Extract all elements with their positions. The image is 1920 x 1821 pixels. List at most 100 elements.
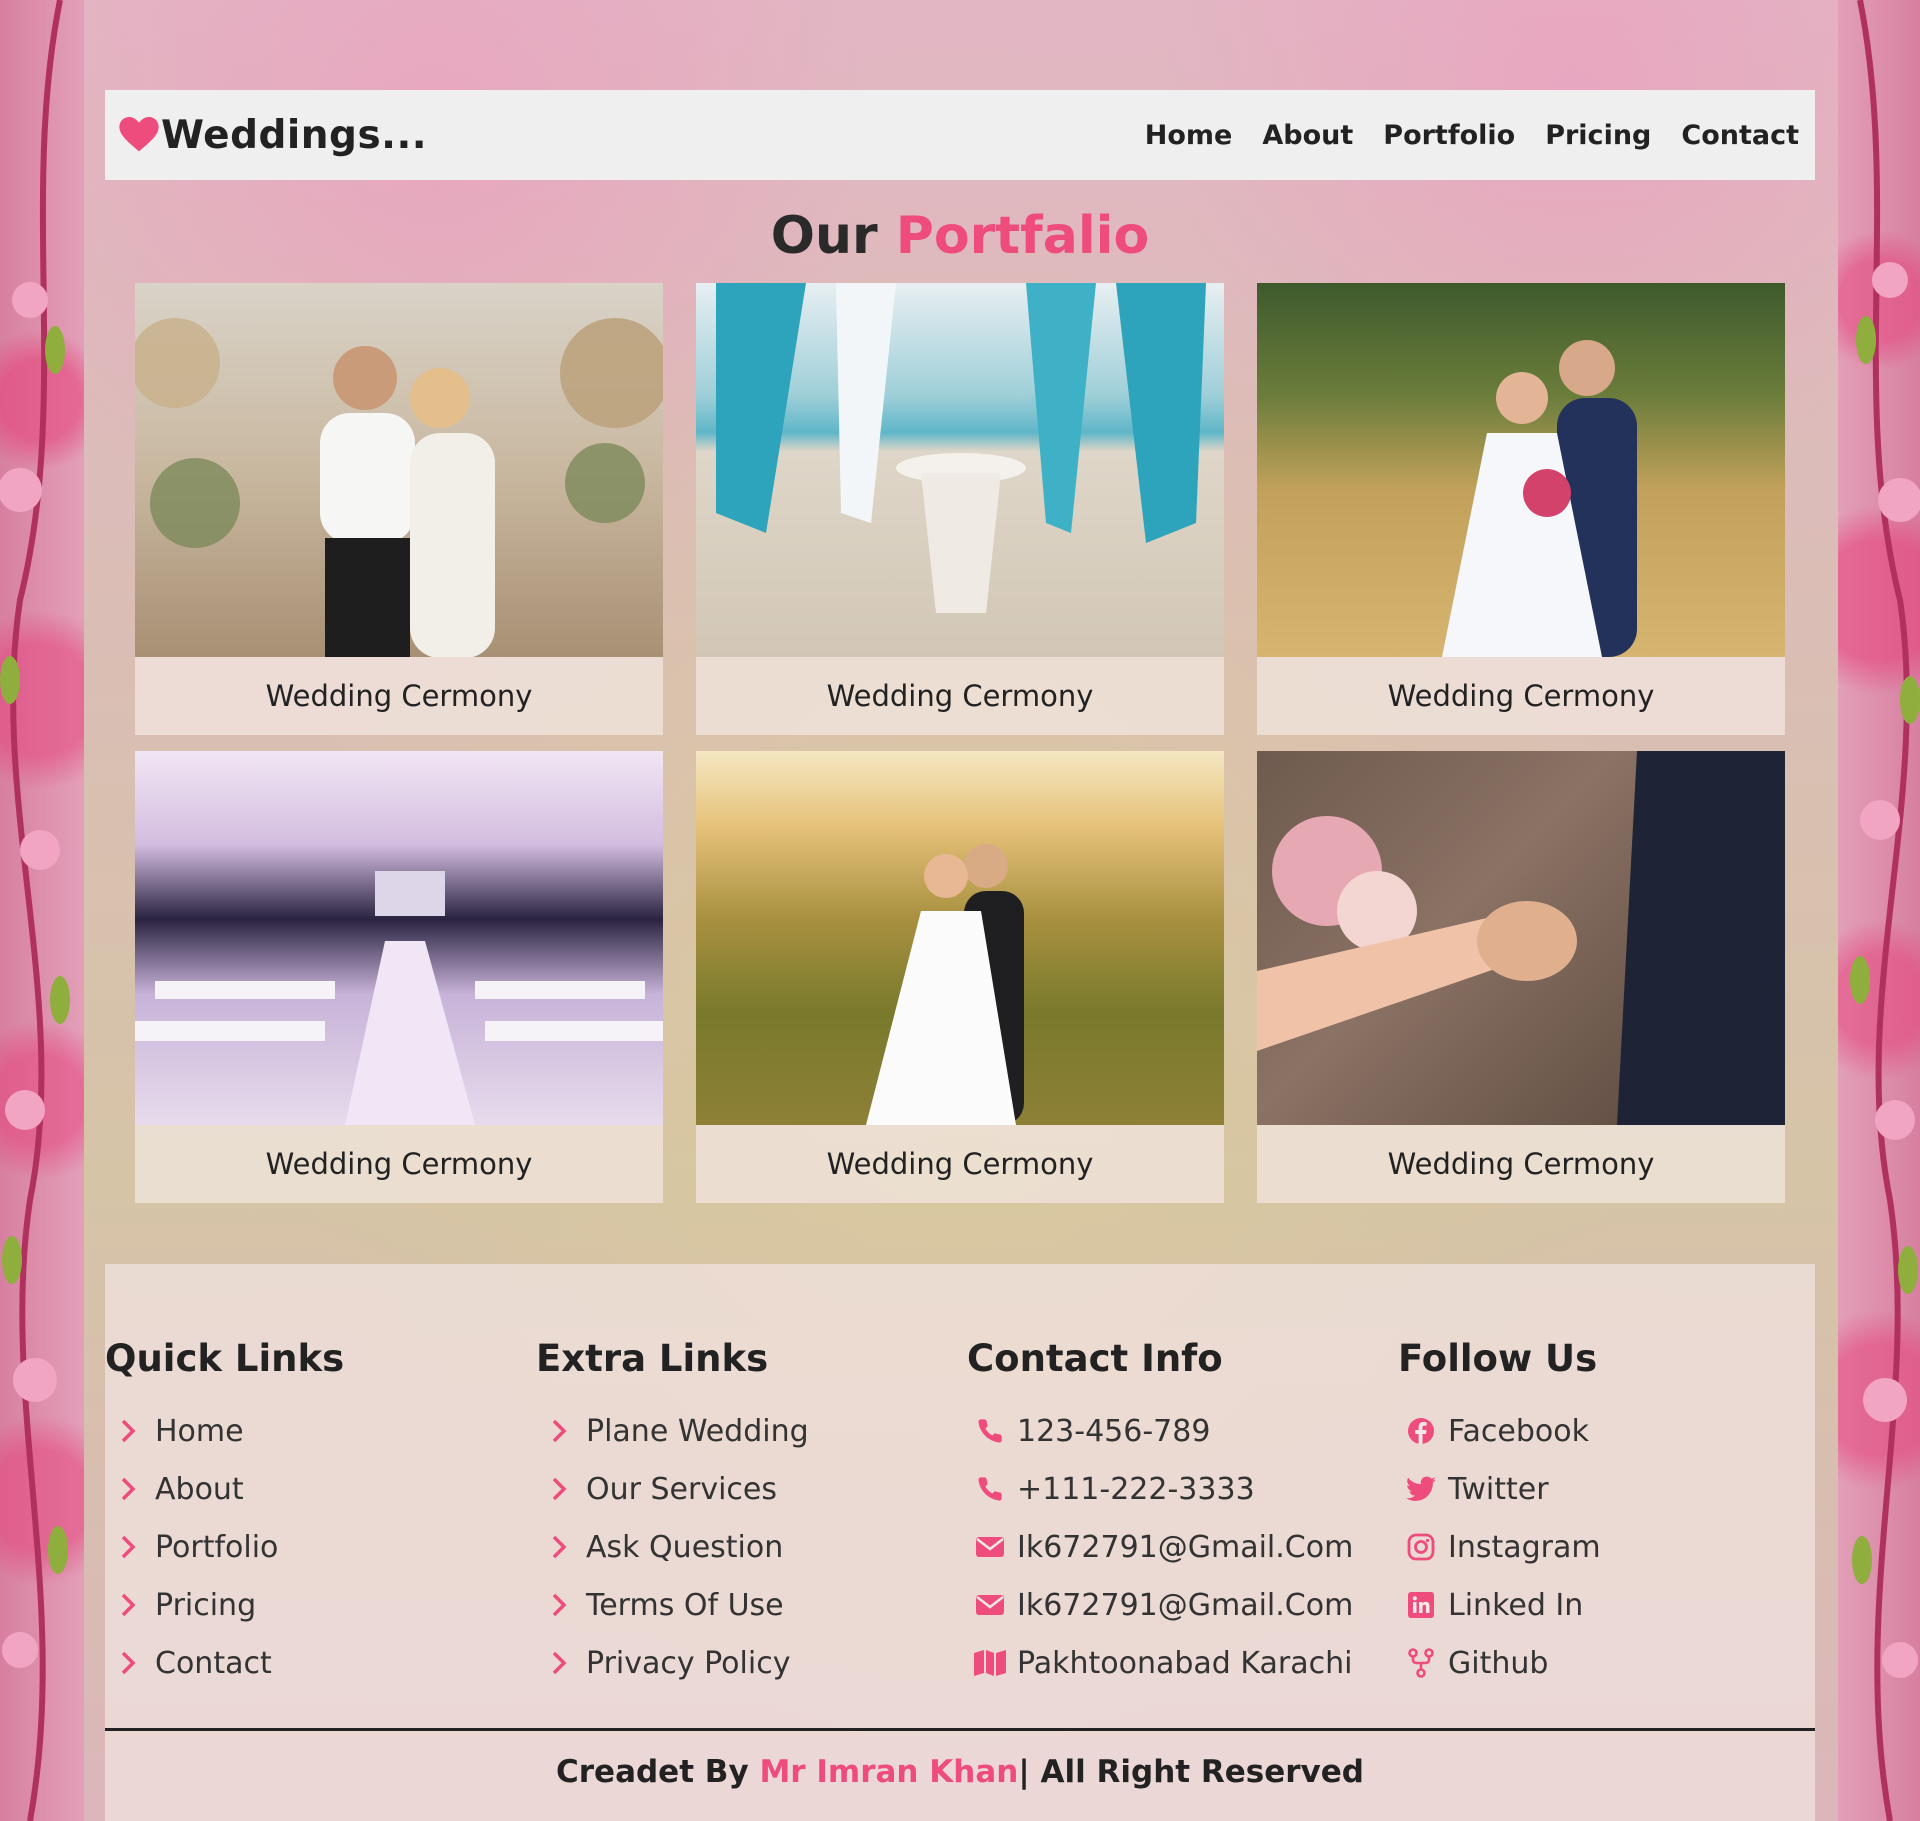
extra-links-column: Extra Links Plane Wedding Our Services A… — [536, 1337, 967, 1692]
social-linkedin[interactable]: Linked In — [1398, 1576, 1829, 1634]
brand-name: Weddings... — [161, 112, 428, 158]
contact-phone-1[interactable]: 123-456-789 — [967, 1402, 1398, 1460]
facebook-icon — [1404, 1416, 1438, 1446]
contact-email-2[interactable]: Ik672791@Gmail.Com — [967, 1576, 1398, 1634]
chevron-right-icon — [111, 1648, 145, 1678]
footer-link-label: About — [155, 1471, 244, 1507]
contact-text: 123-456-789 — [1017, 1413, 1211, 1449]
nav-portfolio[interactable]: Portfolio — [1383, 120, 1515, 151]
follow-us-title: Follow Us — [1398, 1337, 1598, 1380]
reception-hall-photo — [135, 751, 663, 1125]
card-caption: Wedding Cermony — [826, 1147, 1094, 1181]
card-caption: Wedding Cermony — [265, 679, 533, 713]
nav-about[interactable]: About — [1262, 120, 1353, 151]
phone-icon — [973, 1416, 1007, 1446]
follow-us-column: Follow Us Facebook Twitter Instagram Lin… — [1398, 1337, 1829, 1692]
contact-email-1[interactable]: Ik672791@Gmail.Com — [967, 1518, 1398, 1576]
footer-link-label: Our Services — [586, 1471, 778, 1507]
chevron-right-icon — [542, 1474, 576, 1504]
github-icon — [1404, 1648, 1438, 1678]
footer-link-about[interactable]: About — [105, 1460, 536, 1518]
nav-contact[interactable]: Contact — [1681, 120, 1799, 151]
ring-exchange-photo — [1257, 751, 1785, 1125]
twitter-icon — [1404, 1474, 1438, 1504]
instagram-icon — [1404, 1532, 1438, 1562]
nav-home[interactable]: Home — [1145, 120, 1233, 151]
envelope-icon — [973, 1590, 1007, 1620]
social-label: Linked In — [1448, 1587, 1584, 1623]
footer-link-contact[interactable]: Contact — [105, 1634, 536, 1692]
portfolio-heading-main: Our — [770, 206, 878, 266]
credit-suffix: | All Right Reserved — [1018, 1754, 1364, 1790]
footer-link-portfolio[interactable]: Portfolio — [105, 1518, 536, 1576]
map-icon — [973, 1648, 1007, 1678]
footer-link-label: Pricing — [155, 1587, 257, 1623]
chevron-right-icon — [542, 1532, 576, 1562]
chevron-right-icon — [111, 1590, 145, 1620]
footer-link-ask-question[interactable]: Ask Question — [536, 1518, 967, 1576]
credit-line: Creadet By Mr Imran Khan| All Right Rese… — [105, 1754, 1815, 1790]
portfolio-card[interactable]: Wedding Cermony — [696, 751, 1224, 1203]
couple-in-meadow-photo — [1257, 283, 1785, 657]
card-caption: Wedding Cermony — [826, 679, 1094, 713]
social-github[interactable]: Github — [1398, 1634, 1829, 1692]
social-twitter[interactable]: Twitter — [1398, 1460, 1829, 1518]
footer-link-home[interactable]: Home — [105, 1402, 536, 1460]
contact-text: +111-222-3333 — [1017, 1471, 1255, 1507]
extra-links-title: Extra Links — [536, 1337, 769, 1380]
contact-info-title: Contact Info — [967, 1337, 1223, 1380]
portfolio-card[interactable]: Wedding Cermony — [1257, 283, 1785, 735]
floral-border-right — [1850, 0, 1920, 1821]
chevron-right-icon — [542, 1590, 576, 1620]
contact-address[interactable]: Pakhtoonabad Karachi — [967, 1634, 1398, 1692]
card-caption: Wedding Cermony — [265, 1147, 533, 1181]
social-label: Github — [1448, 1645, 1549, 1681]
social-instagram[interactable]: Instagram — [1398, 1518, 1829, 1576]
nav-pricing[interactable]: Pricing — [1545, 120, 1651, 151]
credit-author-link[interactable]: Mr Imran Khan — [759, 1754, 1018, 1790]
contact-text: Pakhtoonabad Karachi — [1017, 1645, 1353, 1681]
chevron-right-icon — [542, 1648, 576, 1678]
portfolio-card[interactable]: Wedding Cermony — [696, 283, 1224, 735]
contact-text: Ik672791@Gmail.Com — [1017, 1529, 1354, 1565]
portfolio-heading: Our Portfalio — [0, 206, 1920, 266]
footer-link-our-services[interactable]: Our Services — [536, 1460, 967, 1518]
footer-link-terms-of-use[interactable]: Terms Of Use — [536, 1576, 967, 1634]
couple-floral-arch-photo — [135, 283, 663, 657]
credit-prefix: Creadet By — [556, 1754, 749, 1790]
footer-link-pricing[interactable]: Pricing — [105, 1576, 536, 1634]
footer-link-label: Contact — [155, 1645, 272, 1681]
portfolio-card[interactable]: Wedding Cermony — [135, 283, 663, 735]
floral-border-left — [0, 0, 70, 1821]
portfolio-heading-accent: Portfalio — [895, 206, 1150, 266]
portfolio-card[interactable]: Wedding Cermony — [1257, 751, 1785, 1203]
couple-sunset-hills-photo — [696, 751, 1224, 1125]
chevron-right-icon — [111, 1474, 145, 1504]
contact-text: Ik672791@Gmail.Com — [1017, 1587, 1354, 1623]
footer-link-label: Portfolio — [155, 1529, 279, 1565]
footer-link-label: Home — [155, 1413, 244, 1449]
quick-links-column: Quick Links Home About Portfolio Pricing… — [105, 1337, 536, 1692]
navbar: Weddings... Home About Portfolio Pricing… — [105, 90, 1815, 180]
chevron-right-icon — [542, 1416, 576, 1446]
footer-link-label: Plane Wedding — [586, 1413, 809, 1449]
portfolio-card[interactable]: Wedding Cermony — [135, 751, 663, 1203]
footer-divider — [105, 1728, 1815, 1731]
contact-phone-2[interactable]: +111-222-3333 — [967, 1460, 1398, 1518]
linkedin-icon — [1404, 1590, 1438, 1620]
brand-logo-link[interactable]: Weddings... — [119, 113, 427, 158]
card-caption: Wedding Cermony — [1387, 679, 1655, 713]
chevron-right-icon — [111, 1532, 145, 1562]
phone-icon — [973, 1474, 1007, 1504]
social-label: Instagram — [1448, 1529, 1601, 1565]
footer: Quick Links Home About Portfolio Pricing… — [105, 1264, 1815, 1821]
social-facebook[interactable]: Facebook — [1398, 1402, 1829, 1460]
heart-icon — [119, 117, 159, 152]
quick-links-title: Quick Links — [105, 1337, 345, 1380]
envelope-icon — [973, 1532, 1007, 1562]
main-nav: Home About Portfolio Pricing Contact — [1145, 120, 1799, 151]
beach-ceremony-drapes-photo — [696, 283, 1224, 657]
footer-link-plane-wedding[interactable]: Plane Wedding — [536, 1402, 967, 1460]
card-caption: Wedding Cermony — [1387, 1147, 1655, 1181]
footer-link-privacy-policy[interactable]: Privacy Policy — [536, 1634, 967, 1692]
